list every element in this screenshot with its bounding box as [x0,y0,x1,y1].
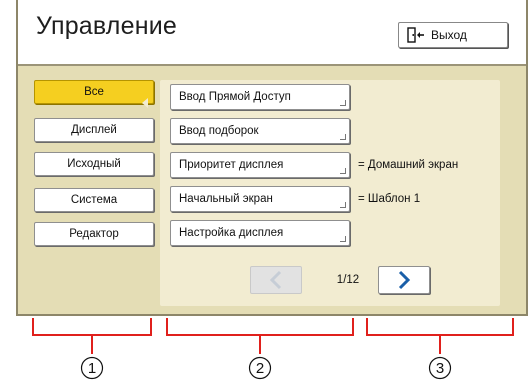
exit-button[interactable]: Выход [398,22,508,48]
page-title: Управление [36,12,177,40]
setting-label: Начальный экран [179,193,273,205]
nav-item-editor[interactable]: Редактор [34,222,154,246]
callout-number: 1 [87,360,97,377]
page-indicator: 1/12 [336,274,360,286]
nav-item-display[interactable]: Дисплей [34,118,154,142]
nav-item-label: Дисплей [71,124,117,136]
chevron-right-icon [398,270,411,290]
callout-number-1: 1 [80,356,104,380]
nav-item-label: Редактор [69,228,119,240]
setting-label: Ввод Прямой Доступ [179,91,291,103]
exit-button-label: Выход [431,28,467,42]
nav-item-label: Исходный [67,158,121,170]
next-page-button[interactable] [378,266,430,294]
nav-item-all[interactable]: Все [34,80,154,104]
setting-label: Приоритет дисплея [179,159,284,171]
setting-selection-input[interactable]: Ввод подборок [170,118,350,144]
callout-bracket-2 [166,318,354,336]
nav-item-label: Система [70,194,118,206]
active-tab-pointer [142,98,148,108]
setting-display-settings[interactable]: Настройка дисплея [170,220,350,246]
callout-number-3: 3 [428,356,452,380]
setting-label: Ввод подборок [179,125,259,137]
callout-stem-1 [91,336,93,354]
setting-direct-access-input[interactable]: Ввод Прямой Доступ [170,84,350,110]
callout-bracket-1 [32,318,152,336]
control-panel-screen: Управление Выход Все Дисплей Исходный Си… [16,0,528,316]
setting-value-start-screen: = Шаблон 1 [358,193,421,205]
setting-label: Настройка дисплея [179,227,284,239]
callout-number: 3 [435,360,445,377]
settings-panel: Ввод Прямой Доступ Ввод подборок Приорит… [160,80,500,306]
callout-number: 2 [255,360,265,377]
setting-start-screen[interactable]: Начальный экран [170,186,350,212]
callout-number-2: 2 [248,356,272,380]
callout-stem-3 [439,336,441,354]
callout-stem-2 [259,336,261,354]
nav-item-source[interactable]: Исходный [34,152,154,176]
nav-item-label: Все [84,86,104,98]
previous-page-button[interactable] [250,266,302,294]
exit-door-icon [407,27,424,43]
setting-display-priority[interactable]: Приоритет дисплея [170,152,350,178]
callout-bracket-3 [366,318,514,336]
nav-item-system[interactable]: Система [34,188,154,212]
chevron-left-icon [269,270,282,290]
header-bar: Управление Выход [18,0,526,66]
setting-value-display-priority: = Домашний экран [358,159,459,171]
